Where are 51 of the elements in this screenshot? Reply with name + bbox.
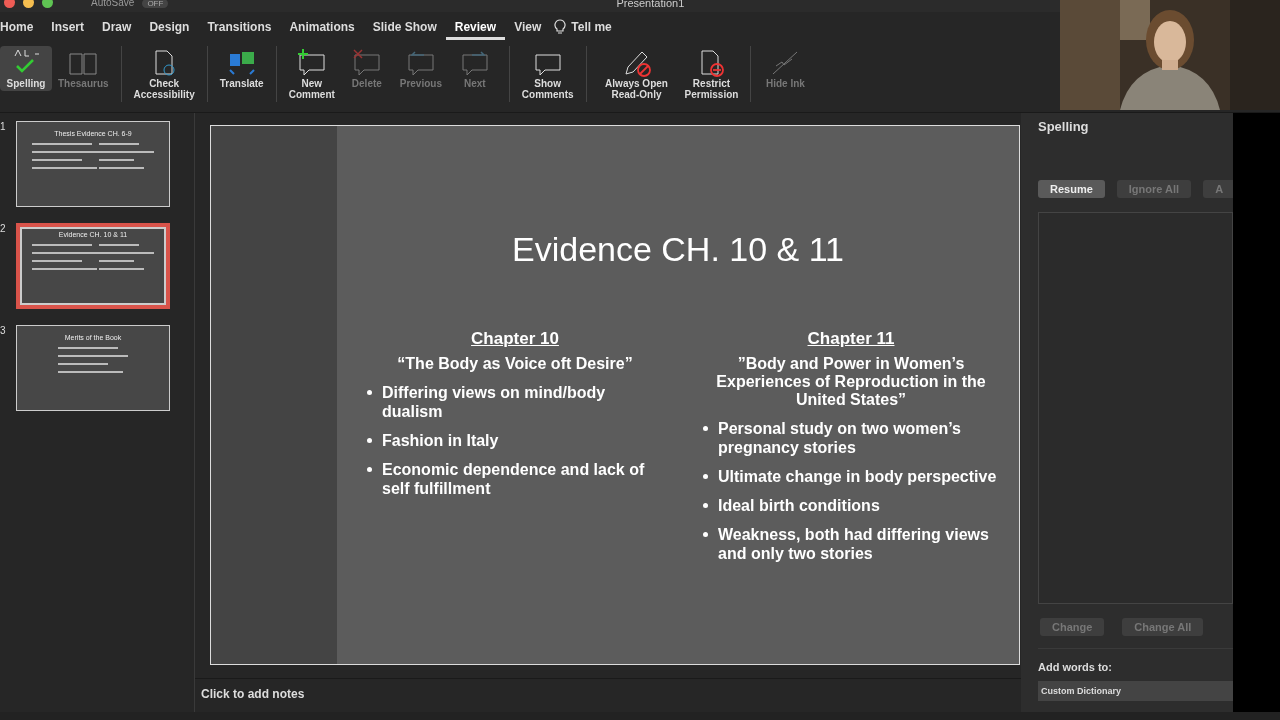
tell-me-search[interactable]: Tell me — [562, 16, 621, 40]
bullet-text: Differing views on mind/body dualism — [382, 383, 607, 421]
bullet-text: Personal study on two women’s pregnancy stories — [718, 419, 962, 457]
bullet-icon — [703, 426, 708, 431]
ribbon-button[interactable]: Check Accessibility — [129, 46, 199, 102]
ribbon-button[interactable]: Translate — [215, 46, 268, 91]
ribbon-tab[interactable]: View — [505, 16, 551, 40]
ribbon-tab[interactable]: Animations — [280, 16, 364, 40]
ribbon-tab[interactable]: Insert — [42, 16, 94, 40]
ribbon-button[interactable]: Restrict Permission — [680, 46, 743, 102]
ribbon-tab[interactable]: Design — [140, 16, 199, 40]
bullet-icon — [367, 390, 372, 395]
autosave-toggle[interactable]: OFF — [142, 0, 169, 8]
bullet-icon — [703, 503, 708, 508]
bullet-text: Fashion in Italy — [382, 431, 499, 450]
ribbon-button[interactable]: New Comment — [284, 46, 339, 102]
zoom-button[interactable] — [42, 0, 53, 8]
notes-placeholder[interactable]: Click to add notes — [201, 687, 305, 701]
bullet-icon — [703, 474, 708, 479]
bullet-text: Ultimate change in body perspective — [718, 467, 997, 486]
minimize-button[interactable] — [23, 0, 34, 8]
text-lines-drawing — [58, 347, 128, 373]
bullet-icon — [703, 532, 708, 537]
bullet-text: Ideal birth conditions — [718, 496, 880, 515]
dictionary-dropdown[interactable]: Custom Dictionary — [1038, 681, 1233, 701]
ribbon-tab[interactable]: Review — [445, 16, 506, 40]
bullet-text: Economic dependence and lack of self fulfillment — [382, 460, 646, 498]
column-subtitle: ”Body and Power in Women’s Experiences of Reproduction in the United States” — [715, 355, 987, 409]
ribbon-button[interactable]: Always Open Read-Only — [594, 46, 679, 102]
column-subtitle: “The Body as Voice oft Desire” — [397, 355, 633, 373]
pane-title: Spelling — [1038, 119, 1090, 134]
bullet-icon — [367, 438, 372, 443]
ribbon-tab[interactable]: Transitions — [198, 16, 281, 40]
lightbulb-icon — [554, 19, 567, 35]
slide-title: Evidence CH. 10 & 11 — [512, 230, 844, 269]
bullet-text: Weakness, both had differing views and only two stories — [718, 525, 990, 563]
ribbon-button[interactable]: Show Comments — [517, 46, 578, 102]
bullet-icon — [367, 467, 372, 472]
ribbon-button[interactable]: Spelling — [0, 46, 52, 91]
pane-button[interactable]: Resume — [1038, 180, 1105, 198]
ribbon-tab[interactable]: Draw — [93, 16, 141, 40]
slide-number: 1 — [0, 121, 7, 132]
slide-number: 2 — [0, 223, 7, 234]
close-button[interactable] — [4, 0, 15, 8]
slide-number: 3 — [0, 325, 7, 336]
column-heading: Chapter 11 — [807, 329, 895, 349]
ribbon-tab[interactable]: Slide Show — [363, 16, 446, 40]
window-title: Presentation1 — [616, 0, 685, 9]
column-heading: Chapter 10 — [471, 329, 559, 349]
add-words-label: Add words to: — [1038, 661, 1113, 673]
ribbon-tab[interactable]: Home — [0, 16, 43, 40]
